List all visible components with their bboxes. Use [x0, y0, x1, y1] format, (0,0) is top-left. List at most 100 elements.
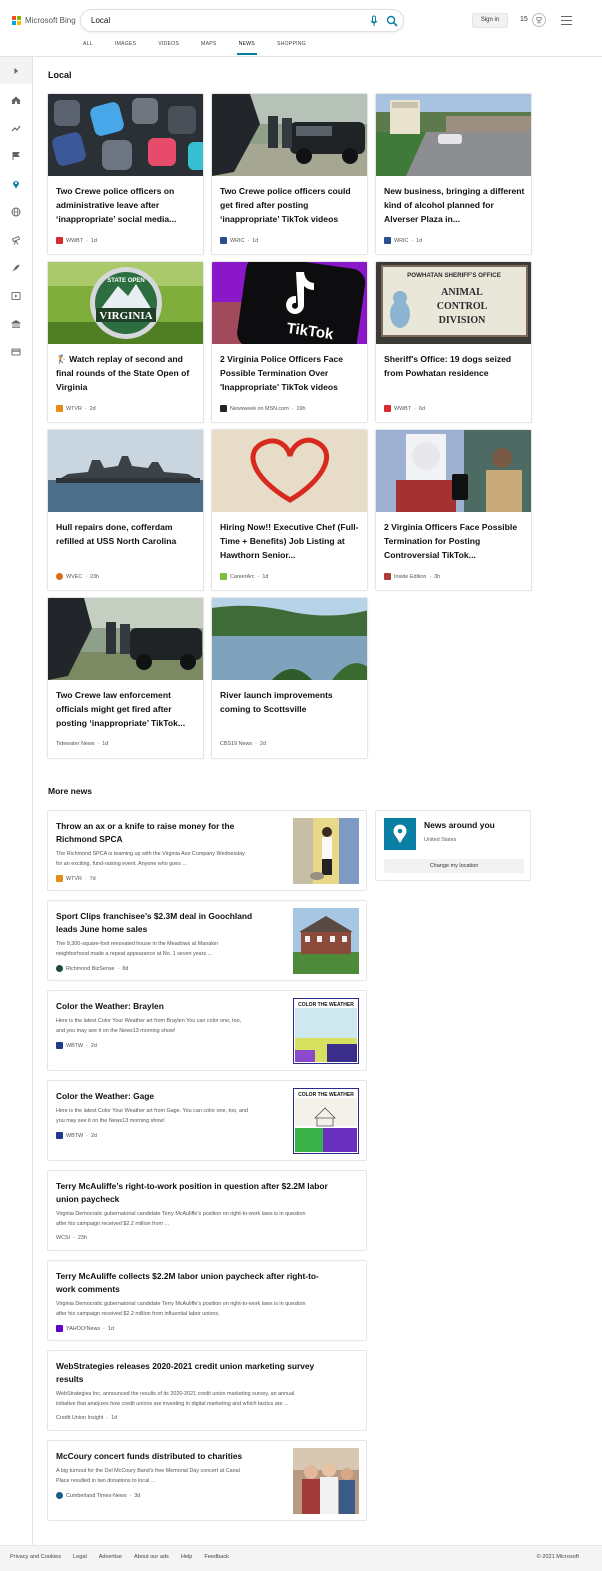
item-title[interactable]: WebStrategies releases 2020-2021 credit …: [56, 1360, 361, 1386]
news-card[interactable]: Two Crewe law enforcement officials migh…: [47, 597, 204, 759]
card-source: Tidewater News · 1d: [56, 741, 109, 747]
source-logo-icon: [56, 237, 63, 244]
item-title[interactable]: Terry McAuliffe’s right-to-work position…: [56, 1180, 361, 1206]
card-source: WTVR · 2d: [56, 405, 96, 412]
politics-building-icon[interactable]: [11, 319, 21, 329]
search-icon[interactable]: [386, 15, 398, 27]
location-pin-tile: [384, 818, 416, 850]
card-title[interactable]: River launch improvements coming to Scot…: [220, 688, 361, 716]
card-title[interactable]: 2 Virginia Police Officers Face Possible…: [220, 352, 361, 394]
more-news-item[interactable]: Sport Clips franchisee’s $2.3M deal in G…: [47, 900, 367, 981]
search-box[interactable]: Local: [80, 9, 404, 32]
news-card[interactable]: New business, bringing a different kind …: [375, 93, 532, 255]
footer-link-about-ads[interactable]: About our ads: [134, 1554, 169, 1560]
sign-in-button[interactable]: Sign in: [472, 13, 508, 28]
more-news-item[interactable]: Terry McAuliffe’s right-to-work position…: [47, 1170, 367, 1251]
entertainment-icon[interactable]: [11, 291, 21, 301]
news-card[interactable]: 2 Virginia Officers Face Possible Termin…: [375, 429, 532, 591]
business-card-icon[interactable]: [11, 347, 21, 357]
item-source: Richmond BizSense · 8d: [56, 965, 128, 972]
card-title[interactable]: Two Crewe law enforcement officials migh…: [56, 688, 197, 730]
more-news-item[interactable]: WebStrategies releases 2020-2021 credit …: [47, 1350, 367, 1431]
item-title[interactable]: Color the Weather: Braylen: [56, 1000, 164, 1013]
card-title[interactable]: New business, bringing a different kind …: [384, 184, 525, 226]
technology-rocket-icon[interactable]: [11, 263, 21, 273]
item-thumbnail: COLOR THE WEATHER: [293, 1088, 359, 1154]
card-source: CareerArc · 1d: [220, 573, 268, 580]
item-snippet: The Richmond SPCA is teaming up with the…: [56, 851, 245, 867]
tab-maps[interactable]: MAPS: [201, 41, 217, 55]
menu-icon[interactable]: [561, 16, 572, 25]
item-title[interactable]: Terry McAuliffe collects $2.2M labor uni…: [56, 1270, 361, 1296]
news-card[interactable]: POWHATAN SHERIFF'S OFFICE ANIMAL CONTROL…: [375, 261, 532, 423]
rewards-trophy-icon[interactable]: [532, 13, 546, 27]
search-input[interactable]: Local: [91, 16, 110, 25]
bing-logo[interactable]: Microsoft Bing: [12, 16, 76, 25]
local-pin-icon[interactable]: [11, 179, 21, 189]
source-logo-icon: [56, 1492, 63, 1499]
home-icon[interactable]: [11, 95, 21, 105]
svg-text:STATE OPEN: STATE OPEN: [107, 278, 144, 284]
microphone-icon[interactable]: [368, 15, 380, 27]
news-card[interactable]: River launch improvements coming to Scot…: [211, 597, 368, 759]
item-thumbnail: [293, 908, 359, 974]
us-flag-icon[interactable]: [11, 151, 21, 161]
tab-images[interactable]: IMAGES: [115, 41, 136, 55]
news-image: [212, 430, 367, 512]
science-telescope-icon[interactable]: [11, 235, 21, 245]
card-title[interactable]: Two Crewe police officers on administrat…: [56, 184, 197, 226]
tab-videos[interactable]: VIDEOS: [158, 41, 179, 55]
source-logo-icon: [220, 237, 227, 244]
more-news-item[interactable]: Terry McAuliffe collects $2.2M labor uni…: [47, 1260, 367, 1341]
news-card[interactable]: Hull repairs done, cofferdam refilled at…: [47, 429, 204, 591]
more-news-item[interactable]: McCoury concert funds distributed to cha…: [47, 1440, 367, 1521]
card-title[interactable]: Hiring Now!! Executive Chef (Full-Time +…: [220, 520, 361, 562]
item-title[interactable]: Color the Weather: Gage: [56, 1090, 154, 1103]
news-card[interactable]: TikTok 2 Virginia Police Officers Face P…: [211, 261, 368, 423]
news-card[interactable]: Two Crewe police officers could get fire…: [211, 93, 368, 255]
tab-shopping[interactable]: SHOPPING: [277, 41, 306, 55]
footer-link-advertise[interactable]: Advertise: [99, 1554, 122, 1560]
tab-all[interactable]: ALL: [83, 41, 93, 55]
change-location-button[interactable]: Change my location: [384, 859, 524, 873]
svg-text:ANIMAL: ANIMAL: [441, 287, 483, 298]
current-location: United States: [424, 837, 457, 843]
item-title[interactable]: McCoury concert funds distributed to cha…: [56, 1450, 242, 1463]
more-news-item[interactable]: Throw an ax or a knife to raise money fo…: [47, 810, 367, 891]
footer-link-privacy[interactable]: Privacy and Cookies: [10, 1554, 61, 1560]
copyright: © 2021 Microsoft: [536, 1554, 579, 1560]
footer-link-feedback[interactable]: Feedback: [204, 1554, 229, 1560]
card-title[interactable]: Two Crewe police officers could get fire…: [220, 184, 361, 226]
logo-text: Microsoft Bing: [25, 16, 76, 25]
news-image: TikTok: [212, 262, 367, 344]
more-news-item[interactable]: Color the Weather: Braylen Here is the l…: [47, 990, 367, 1071]
globe-icon[interactable]: [11, 207, 21, 217]
news-card[interactable]: Two Crewe police officers on administrat…: [47, 93, 204, 255]
footer-link-legal[interactable]: Legal: [73, 1554, 87, 1560]
item-source: WBTW · 2d: [56, 1132, 97, 1139]
card-source: WRIC · 1d: [384, 237, 422, 244]
sidebar-expand-button[interactable]: [0, 57, 32, 84]
source-logo-icon: [56, 1132, 63, 1139]
item-title[interactable]: Sport Clips franchisee’s $2.3M deal in G…: [56, 910, 288, 936]
more-news-item[interactable]: Color the Weather: Gage Here is the late…: [47, 1080, 367, 1161]
rewards-points[interactable]: 15: [520, 16, 528, 23]
tab-news[interactable]: NEWS: [236, 41, 258, 55]
svg-text:COLOR THE WEATHER: COLOR THE WEATHER: [298, 1092, 354, 1098]
trending-icon[interactable]: [11, 123, 21, 133]
card-title[interactable]: 🏌️ Watch replay of second and final roun…: [56, 352, 197, 394]
footer-link-help[interactable]: Help: [181, 1554, 193, 1560]
card-source: WWBT · 6d: [384, 405, 425, 412]
card-title[interactable]: 2 Virginia Officers Face Possible Termin…: [384, 520, 525, 562]
card-title[interactable]: Hull repairs done, cofferdam refilled at…: [56, 520, 197, 548]
news-card[interactable]: STATE OPEN VIRGINIA 🏌️ Watch replay of s…: [47, 261, 204, 423]
item-snippet: Virginia Democratic gubernatorial candid…: [56, 1211, 306, 1227]
news-image: [376, 430, 531, 512]
card-title[interactable]: Sheriff's Office: 19 dogs seized from Po…: [384, 352, 525, 380]
news-card[interactable]: Hiring Now!! Executive Chef (Full-Time +…: [211, 429, 368, 591]
svg-text:POWHATAN SHERIFF'S OFFICE: POWHATAN SHERIFF'S OFFICE: [407, 272, 501, 279]
card-source: CBS19 News · 2d: [220, 741, 266, 747]
item-title[interactable]: Throw an ax or a knife to raise money fo…: [56, 820, 288, 846]
item-snippet: WebStrategies Inc. announced the results…: [56, 1391, 295, 1407]
item-thumbnail: [293, 1448, 359, 1514]
